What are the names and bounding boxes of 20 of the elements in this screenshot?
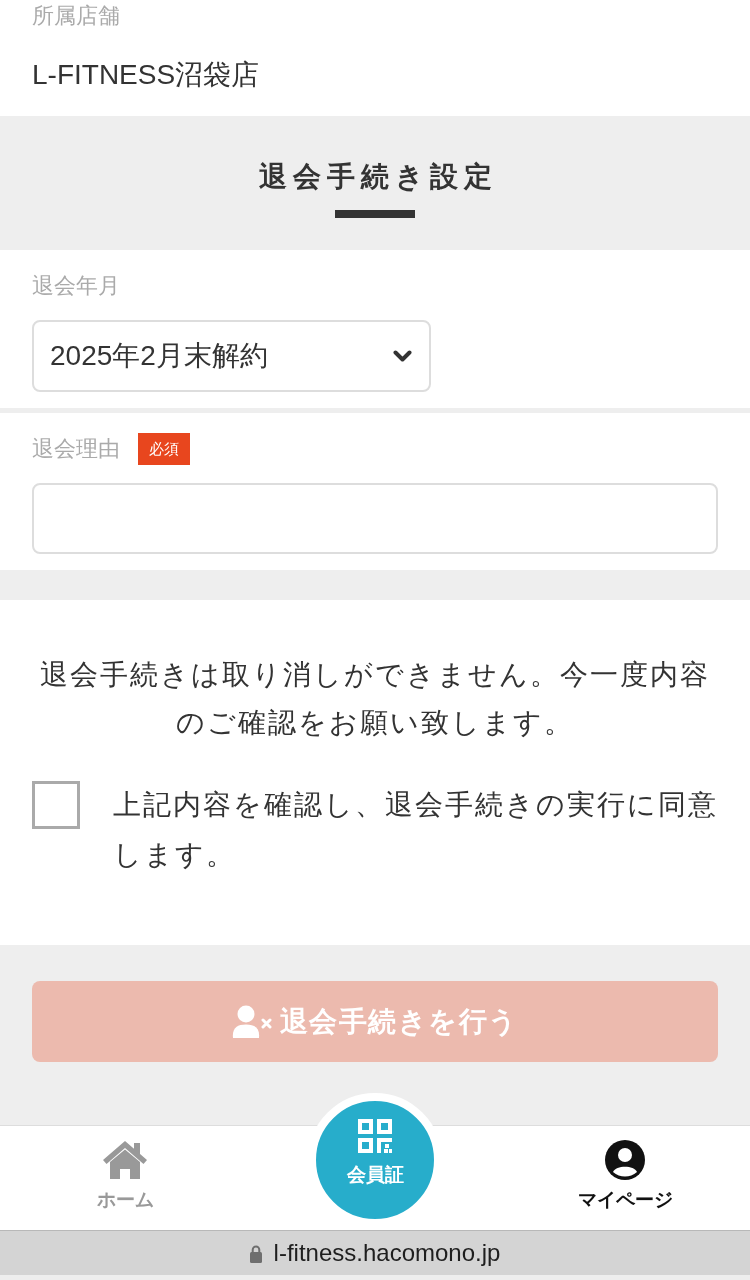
qr-code-icon [358,1119,392,1153]
agree-checkbox[interactable] [32,781,80,829]
home-icon [102,1140,148,1180]
required-badge: 必須 [138,433,190,465]
address-bar[interactable]: l-fitness.hacomono.jp [0,1230,750,1275]
month-select[interactable]: 2025年2月末解約 [32,320,431,392]
user-remove-icon [231,1004,272,1039]
url-text: l-fitness.hacomono.jp [273,1238,501,1268]
my-page-tab[interactable]: マイページ [567,1126,683,1212]
store-name: L-FITNESS沼袋店 [32,58,260,92]
reason-input[interactable] [32,483,718,554]
chevron-down-icon [393,349,412,363]
lock-icon [249,1243,262,1263]
field-label: 退会理由 [32,435,120,463]
store-label: 所属店舗 [32,2,120,30]
field-label: 退会年月 [32,272,120,300]
warning-notice: 退会手続きは取り消しができません。今一度内容のご確認をお願い致します。 [39,658,711,740]
agreement-text: 上記内容を確認し、退会手続きの実行に同意します。 [113,788,718,872]
section-title: 退会手続き設定 [257,160,498,194]
account-icon [605,1140,645,1180]
